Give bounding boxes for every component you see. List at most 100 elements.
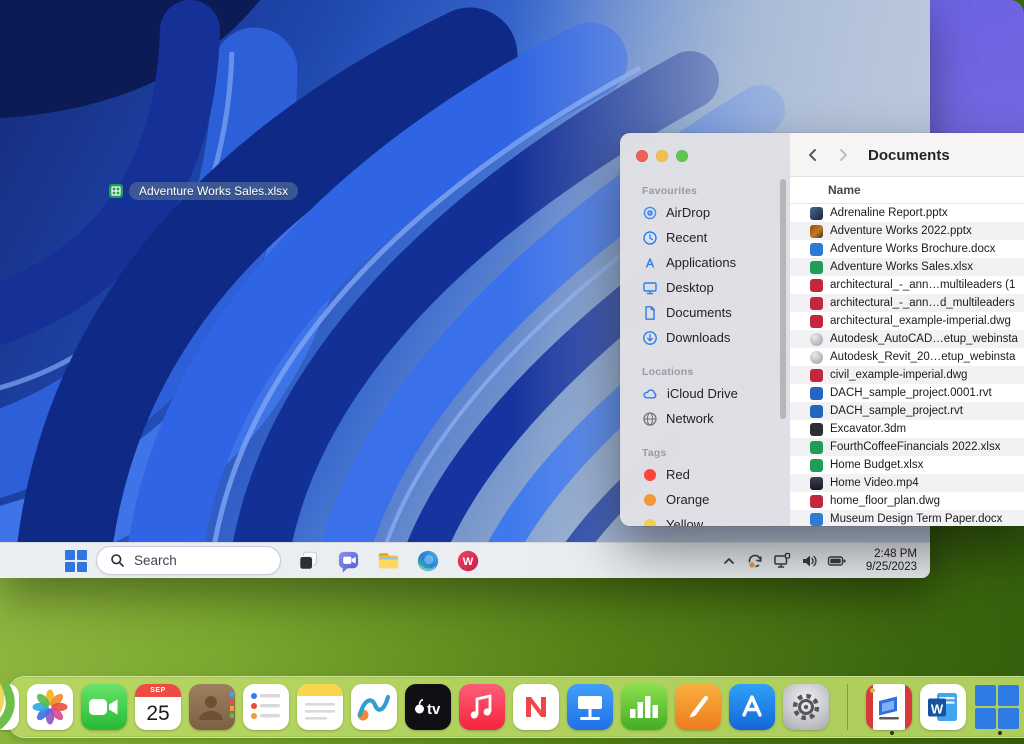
dock-item-facetime[interactable] [81, 684, 127, 730]
chat-button[interactable] [331, 545, 365, 577]
sidebar-scrollbar[interactable] [780, 179, 786, 419]
sidebar-item-airdrop[interactable]: AirDrop [620, 200, 790, 225]
file-row[interactable]: Adventure Works Sales.xlsx [790, 258, 1024, 276]
music-icon [459, 684, 505, 730]
column-header-row[interactable]: Name [790, 177, 1024, 204]
app-store-icon [729, 684, 775, 730]
sidebar-item-desktop[interactable]: Desktop [620, 275, 790, 300]
file-row[interactable]: Autodesk_AutoCAD…etup_webinsta [790, 330, 1024, 348]
facetime-icon [81, 684, 127, 730]
file-icon [810, 297, 823, 310]
back-button[interactable] [804, 146, 822, 164]
sidebar-item-tag-orange[interactable]: Orange [620, 487, 790, 512]
sidebar-item-label: Applications [666, 255, 736, 270]
dock-item-app-store[interactable] [729, 684, 775, 730]
dock-item-reminders[interactable] [243, 684, 289, 730]
zoom-window-button[interactable] [676, 150, 688, 162]
file-row[interactable]: DACH_sample_project.rvt [790, 402, 1024, 420]
edge-button[interactable] [411, 545, 445, 577]
tray-chevron-up-icon[interactable] [719, 552, 739, 570]
sidebar-item-downloads[interactable]: Downloads [620, 325, 790, 350]
tray-battery-icon[interactable] [825, 551, 849, 571]
desktop-icon [642, 280, 658, 296]
file-row[interactable]: Adventure Works 2022.pptx [790, 222, 1024, 240]
tray-display-connect-icon[interactable] [771, 551, 793, 571]
airdrop-icon [642, 205, 658, 221]
dock-item-pages[interactable] [675, 684, 721, 730]
start-button[interactable] [62, 547, 90, 575]
file-icon [810, 495, 823, 508]
file-row[interactable]: civil_example-imperial.dwg [790, 366, 1024, 384]
dock-item-calendar[interactable]: SEP 25 [135, 684, 181, 730]
sidebar-item-tag-red[interactable]: Red [620, 462, 790, 487]
dock-item-parallels-desktop[interactable] [866, 684, 912, 730]
dock-item-system-settings[interactable] [783, 684, 829, 730]
task-view-button[interactable] [291, 545, 325, 577]
file-row[interactable]: Home Video.mp4 [790, 474, 1024, 492]
running-indicator-windows [998, 731, 1002, 735]
w-app-icon: W [455, 548, 481, 574]
minimize-window-button[interactable] [656, 150, 668, 162]
sidebar-item-label: iCloud Drive [667, 386, 738, 401]
dock-item-music[interactable] [459, 684, 505, 730]
file-name: home_floor_plan.dwg [830, 495, 940, 507]
dock-item-contacts[interactable] [189, 684, 235, 730]
file-row[interactable]: architectural_-_ann…d_multileaders [790, 294, 1024, 312]
dock-item-word[interactable]: W [920, 684, 966, 730]
file-name: Adventure Works Brochure.docx [830, 243, 995, 255]
file-row[interactable]: Home Budget.xlsx [790, 456, 1024, 474]
sidebar-item-network[interactable]: Network [620, 406, 790, 431]
file-name: architectural_-_ann…d_multileaders [830, 297, 1015, 309]
svg-text:W: W [931, 702, 944, 717]
calendar-day: 25 [135, 697, 181, 730]
w-app-button[interactable]: W [451, 545, 485, 577]
dock-item-app-partial[interactable] [0, 684, 19, 730]
dragged-file[interactable]: Adventure Works Sales.xlsx [108, 182, 298, 200]
file-icon [810, 441, 823, 454]
sidebar-item-recent[interactable]: Recent [620, 225, 790, 250]
forward-button[interactable] [834, 146, 852, 164]
file-row[interactable]: architectural_example-imperial.dwg [790, 312, 1024, 330]
sidebar-item-applications[interactable]: Applications [620, 250, 790, 275]
dock-item-news[interactable] [513, 684, 559, 730]
file-row[interactable]: Autodesk_Revit_20…etup_webinsta [790, 348, 1024, 366]
dock-item-freeform[interactable] [351, 684, 397, 730]
dock-item-apple-tv[interactable]: tv [405, 684, 451, 730]
dock-item-photos[interactable] [27, 684, 73, 730]
file-name: FourthCoffeeFinancials 2022.xlsx [830, 441, 1000, 453]
file-row[interactable]: home_floor_plan.dwg [790, 492, 1024, 510]
file-row[interactable]: Museum Design Term Paper.docx [790, 510, 1024, 526]
file-row[interactable]: FourthCoffeeFinancials 2022.xlsx [790, 438, 1024, 456]
file-row[interactable]: Adventure Works Brochure.docx [790, 240, 1024, 258]
dock-item-numbers[interactable] [621, 684, 667, 730]
file-row[interactable]: Excavator.3dm [790, 420, 1024, 438]
sidebar-item-tag-yellow[interactable]: Yellow [620, 512, 790, 526]
file-row[interactable]: Adrenaline Report.pptx [790, 204, 1024, 222]
svg-text:W: W [463, 556, 474, 568]
orange-tag-icon [644, 494, 656, 506]
tray-sync-update-icon[interactable] [744, 551, 766, 571]
search-icon [110, 553, 125, 568]
dock-item-windows-11[interactable] [974, 684, 1020, 730]
svg-text:tv: tv [427, 701, 441, 718]
tray-volume-icon[interactable] [798, 551, 820, 571]
sidebar-item-label: AirDrop [666, 205, 710, 220]
file-row[interactable]: DACH_sample_project.0001.rvt [790, 384, 1024, 402]
file-explorer-icon [375, 547, 402, 574]
file-name: Home Video.mp4 [830, 477, 919, 489]
sidebar-item-icloud-drive[interactable]: iCloud Drive [620, 381, 790, 406]
dock-item-keynote[interactable] [567, 684, 613, 730]
dock-item-notes[interactable] [297, 684, 343, 730]
sidebar-item-documents[interactable]: Documents [620, 300, 790, 325]
excel-file-icon [108, 183, 124, 199]
update-badge [870, 688, 875, 693]
word-icon: W [920, 684, 966, 730]
file-row[interactable]: architectural_-_ann…multileaders (1 [790, 276, 1024, 294]
close-window-button[interactable] [636, 150, 648, 162]
taskbar-search[interactable]: Search [96, 546, 281, 575]
globe-icon [642, 411, 658, 427]
taskbar-clock[interactable]: 2:48 PM 9/25/2023 [859, 548, 917, 574]
file-explorer-button[interactable] [371, 545, 405, 577]
apple-tv-icon: tv [405, 684, 451, 730]
file-icon [810, 333, 823, 346]
